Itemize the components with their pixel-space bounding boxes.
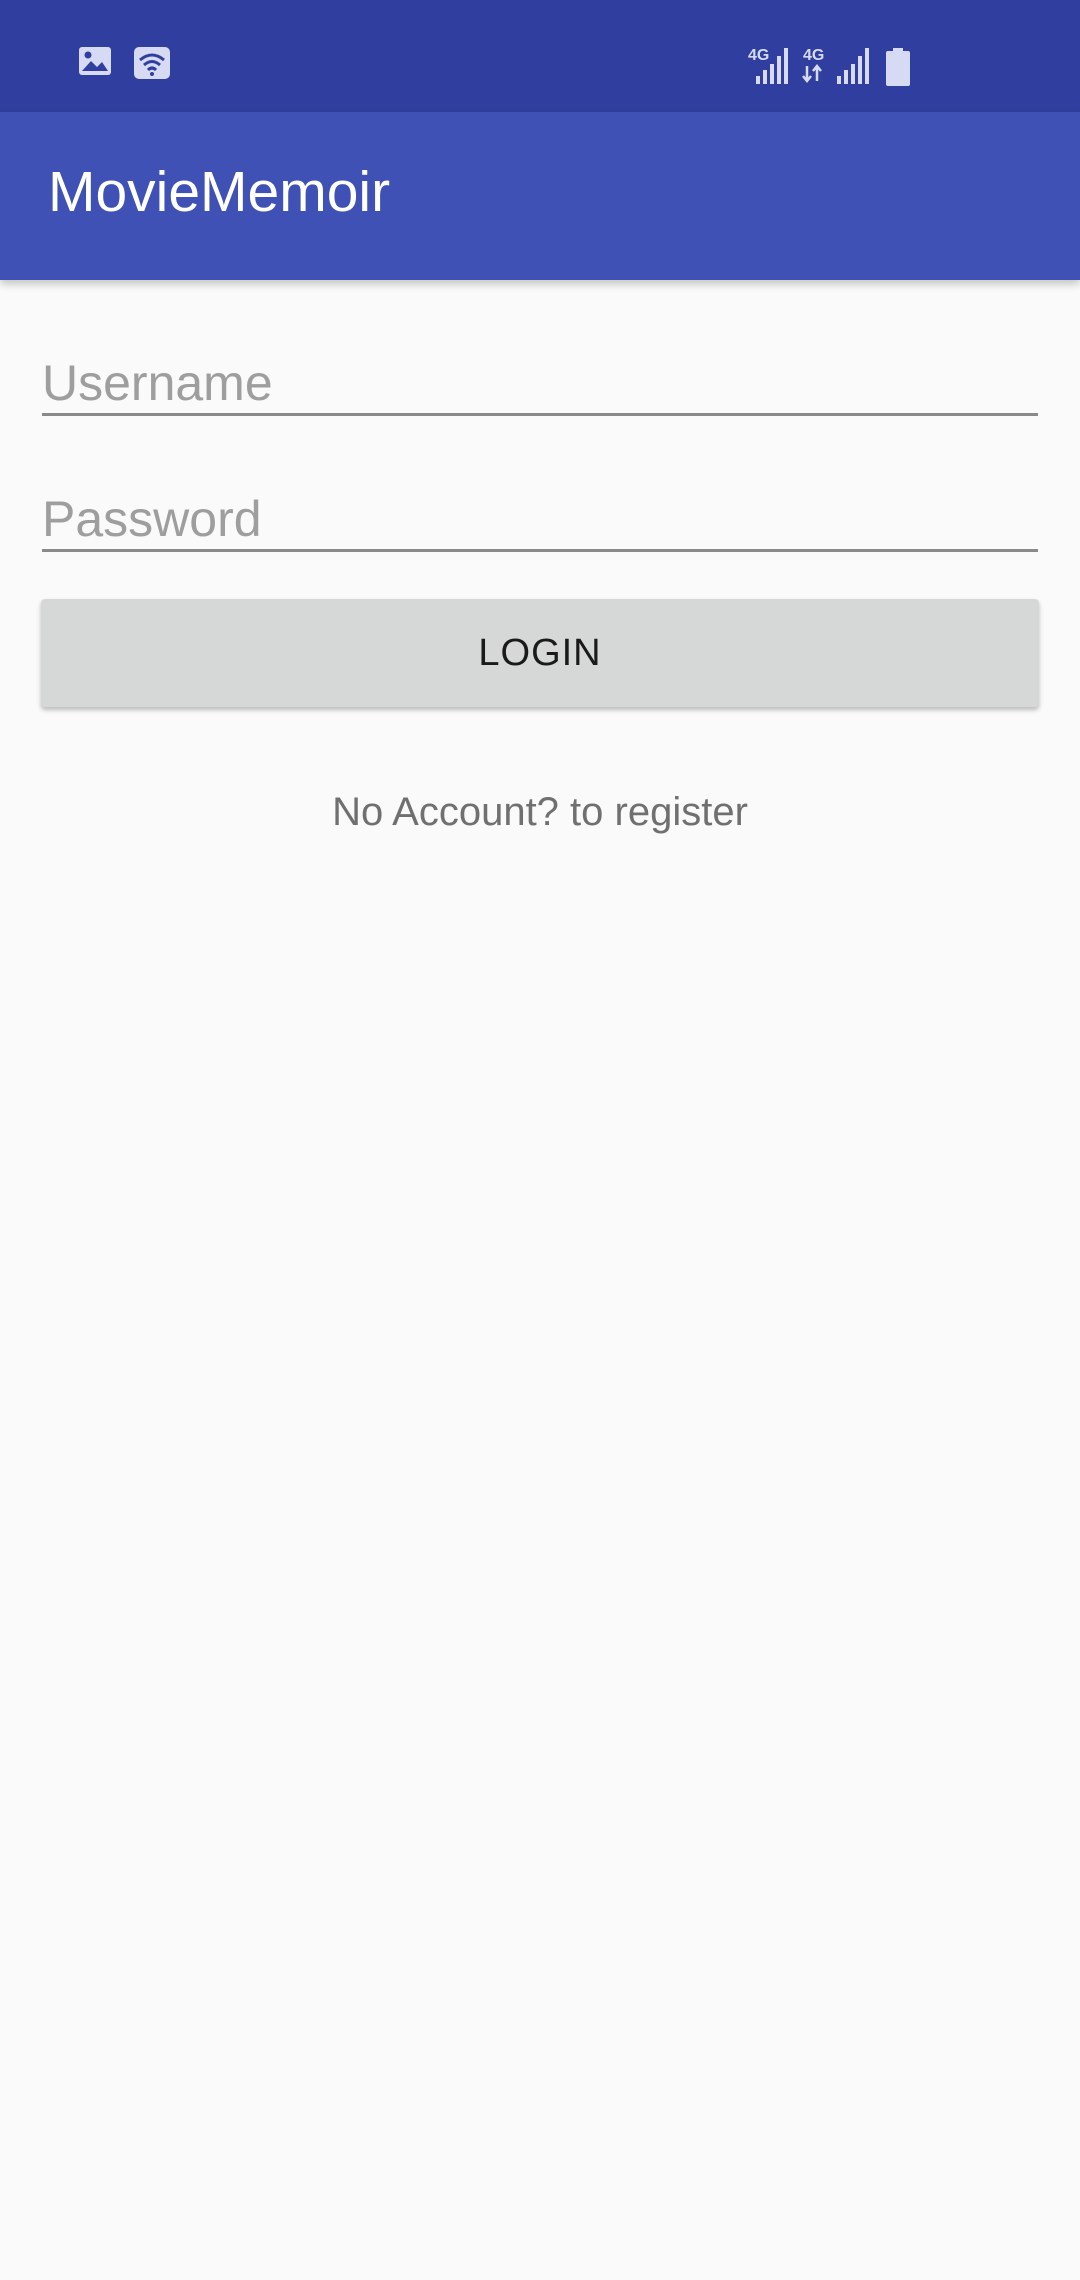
signal-4g-icon: 4G — [748, 47, 788, 84]
password-input[interactable] — [42, 488, 1038, 552]
app-title: MovieMemoir — [48, 160, 391, 224]
signal-4g-data-icon: 4G — [802, 47, 869, 84]
sim1-label: 4G — [748, 47, 769, 64]
gallery-icon — [79, 47, 111, 75]
battery-icon — [886, 48, 910, 86]
login-button[interactable]: LOGIN — [41, 599, 1039, 707]
username-input[interactable] — [42, 352, 1038, 416]
status-bar: 4G 4G — [0, 0, 1080, 112]
wifi-icon — [134, 47, 170, 79]
sim2-label: 4G — [803, 47, 824, 64]
register-link[interactable]: No Account? to register — [0, 790, 1080, 835]
app-bar: MovieMemoir — [0, 112, 1080, 280]
